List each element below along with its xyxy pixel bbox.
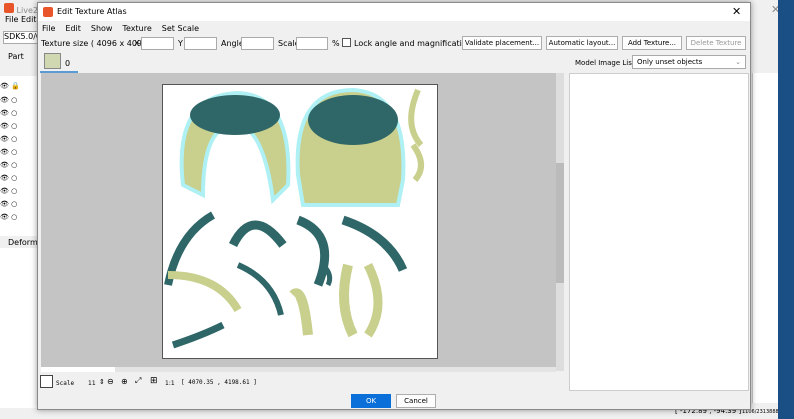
lock-checkbox[interactable] bbox=[342, 38, 351, 47]
texture-artwork bbox=[164, 87, 424, 349]
y-input[interactable] bbox=[184, 37, 217, 50]
zoom-out-icon[interactable]: ⊖ bbox=[107, 377, 114, 386]
edit-texture-atlas-dialog: Edit Texture Atlas ✕ File Edit Show Texture… bbox=[37, 2, 751, 410]
app-logo-icon bbox=[4, 3, 14, 13]
tab-part[interactable]: Part bbox=[8, 52, 24, 61]
right-panel bbox=[752, 73, 778, 403]
filter-value: Only unset objects bbox=[637, 58, 703, 66]
desktop-background bbox=[778, 0, 794, 419]
model-image-list[interactable] bbox=[569, 73, 749, 391]
path-field[interactable]: SDK5.0/Cu bbox=[3, 31, 47, 44]
app-logo-icon bbox=[43, 7, 53, 17]
dialog-title: Edit Texture Atlas bbox=[57, 7, 127, 16]
menu-edit[interactable]: Edit bbox=[21, 15, 37, 24]
texture-thumbnail[interactable] bbox=[44, 53, 61, 69]
x-input[interactable] bbox=[141, 37, 174, 50]
cursor-coordinates: [ 4070.35 , 4198.61 ] bbox=[181, 379, 257, 386]
title-bar: Edit Texture Atlas ✕ bbox=[38, 3, 750, 21]
footer-scale-label: Scale bbox=[56, 380, 75, 387]
angle-input[interactable] bbox=[241, 37, 274, 50]
lock-label: Lock angle and magnification bbox=[354, 39, 472, 48]
center-icon[interactable]: ⊞ bbox=[150, 376, 158, 386]
vertical-scrollbar[interactable] bbox=[556, 73, 564, 371]
scale-input[interactable] bbox=[296, 37, 328, 50]
texture-tab-label[interactable]: 0 bbox=[65, 59, 70, 68]
part-list[interactable]: 👁 🔒 👁 ○ 👁 ○ 👁 ○ 👁 ○ 👁 ○ 👁 ○ 👁 ○ 👁 ○ 👁 ○ 👁 ○ bbox=[0, 76, 37, 236]
horizontal-scrollbar[interactable] bbox=[41, 367, 556, 372]
texture-sheet bbox=[162, 84, 438, 359]
y-label: Y bbox=[178, 39, 183, 48]
app-menu: File Edit bbox=[5, 15, 36, 24]
menu-set-scale[interactable]: Set Scale bbox=[162, 24, 199, 33]
menu-file[interactable]: File bbox=[5, 15, 18, 24]
menu-edit[interactable]: Edit bbox=[65, 24, 81, 33]
zoom-spin-icon[interactable]: ⇕ bbox=[99, 378, 105, 386]
add-texture-button[interactable]: Add Texture... bbox=[622, 36, 682, 50]
model-image-list-label: Model Image List bbox=[575, 59, 635, 67]
percent-label: % bbox=[332, 39, 340, 48]
model-image-filter-select[interactable]: Only unset objects ⌄ bbox=[632, 55, 746, 69]
menu-texture[interactable]: Texture bbox=[122, 24, 151, 33]
menu-show[interactable]: Show bbox=[91, 24, 113, 33]
deformer-list[interactable] bbox=[0, 248, 37, 408]
color-swatch[interactable] bbox=[40, 375, 53, 388]
menu-file[interactable]: File bbox=[42, 24, 55, 33]
fit-icon[interactable]: ⤢ bbox=[135, 376, 141, 386]
one-to-one-button[interactable]: 1:1 bbox=[165, 380, 175, 387]
zoom-in-icon[interactable]: ⊕ bbox=[121, 377, 128, 386]
dialog-menu: File Edit Show Texture Set Scale bbox=[42, 24, 209, 33]
automatic-layout-button[interactable]: Automatic layout... bbox=[546, 36, 618, 50]
zoom-value: 11 bbox=[88, 380, 96, 387]
cancel-button[interactable]: Cancel bbox=[396, 394, 436, 408]
close-icon[interactable]: ✕ bbox=[732, 5, 741, 18]
delete-texture-button[interactable]: Delete Texture bbox=[686, 36, 746, 50]
ok-button[interactable]: OK bbox=[351, 394, 391, 408]
x-label: X bbox=[134, 39, 140, 48]
validate-placement-button[interactable]: Validate placement... bbox=[462, 36, 542, 50]
